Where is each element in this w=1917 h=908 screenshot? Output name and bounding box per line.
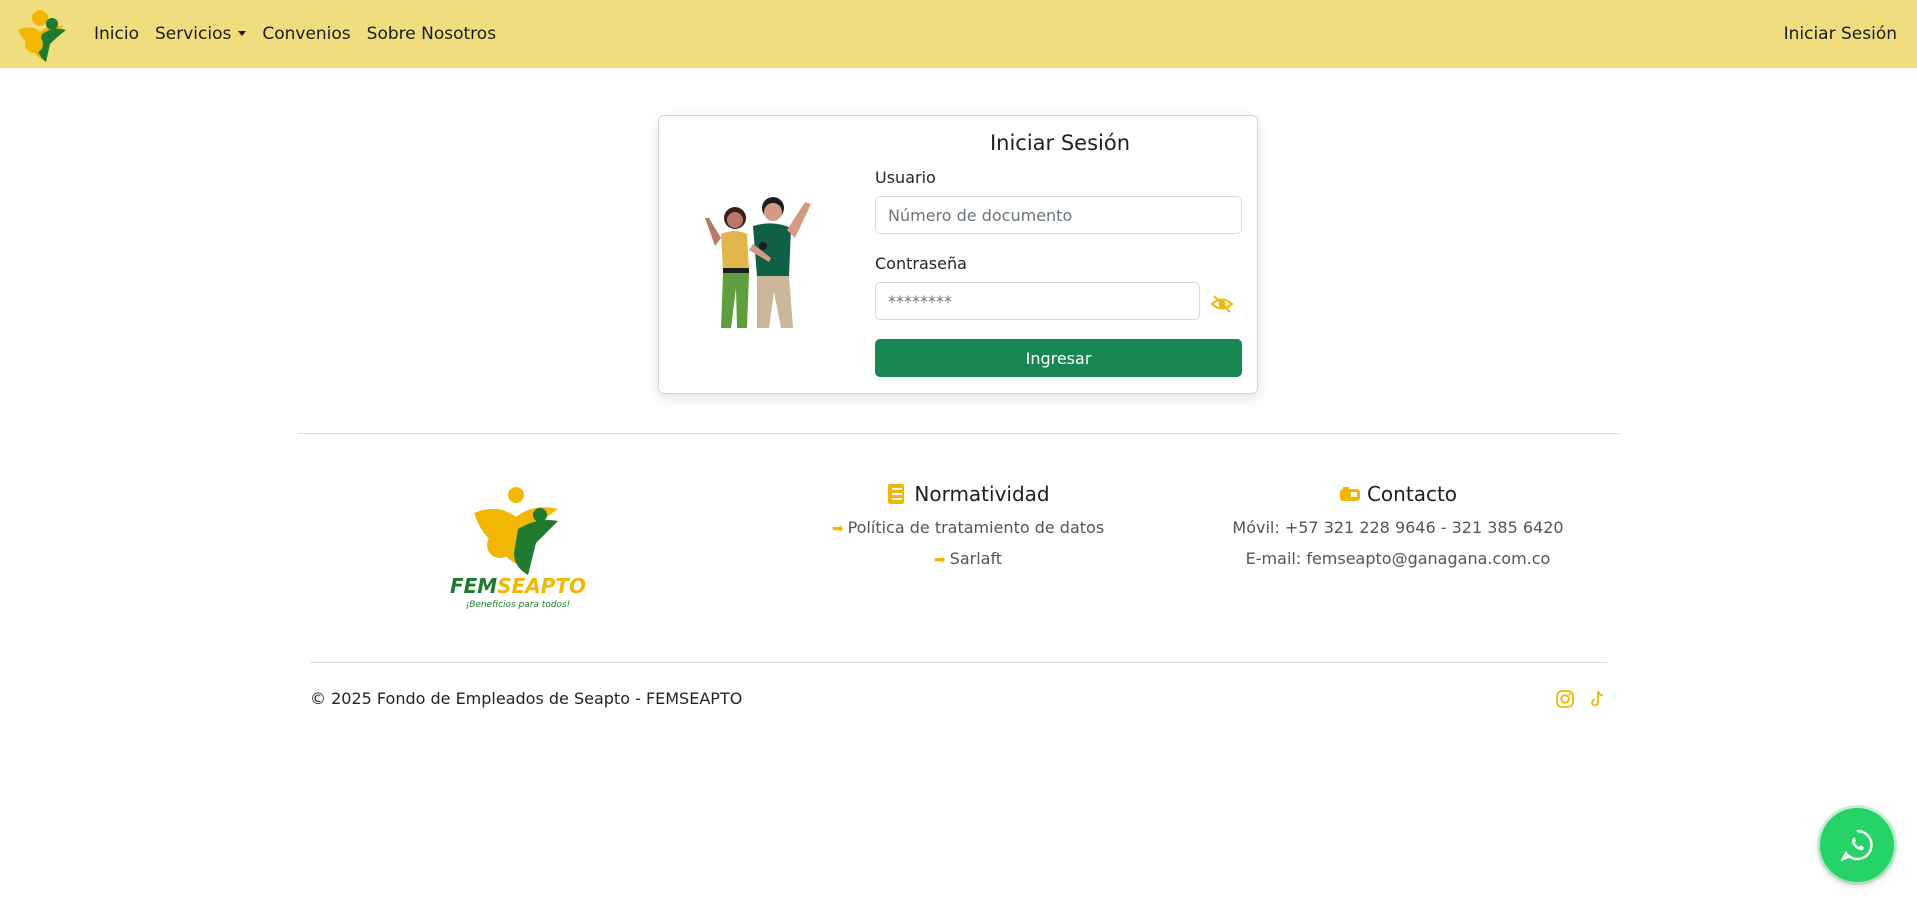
- sarlaft-link[interactable]: ➡ Sarlaft: [808, 549, 1128, 568]
- usuario-label: Usuario: [875, 168, 936, 187]
- divider: [298, 433, 1619, 434]
- whatsapp-icon: [1840, 829, 1873, 862]
- contrasena-input[interactable]: ********: [875, 282, 1200, 320]
- usuario-input[interactable]: Número de documento: [875, 196, 1242, 234]
- normatividad-column: Normatividad ➡ Política de tratamiento de…: [808, 482, 1128, 568]
- ingresar-button[interactable]: Ingresar: [875, 339, 1242, 377]
- contacto-title: Contacto: [1366, 482, 1458, 506]
- nav-servicios-label: Servicios: [154, 24, 232, 44]
- contacto-email: E-mail: femseapto@ganagana.com.co: [1245, 549, 1551, 568]
- contacto-movil: Móvil: +57 321 228 9646 - 321 385 6420: [1232, 518, 1564, 537]
- login-title: Iniciar Sesión: [989, 131, 1131, 155]
- arrow-right-icon: ➡: [933, 552, 946, 568]
- whatsapp-button[interactable]: [1820, 808, 1894, 882]
- nav-convenios[interactable]: Convenios: [262, 24, 350, 44]
- contrasena-label: Contraseña: [875, 254, 967, 273]
- login-card: Iniciar Sesión Usuario Número de documen…: [658, 115, 1258, 394]
- contacto-column: Contacto Móvil: +57 321 228 9646 - 321 3…: [1228, 482, 1568, 568]
- footer-logo-tagline: ¡Beneficios para todos!: [466, 600, 571, 610]
- footer-logo: FEMSEAPTO ¡Beneficios para todos!: [450, 487, 586, 610]
- tiktok-icon[interactable]: [1587, 689, 1607, 709]
- nav-iniciar-sesion[interactable]: Iniciar Sesión: [1784, 0, 1897, 68]
- copyright-text: © 2025 Fondo de Empleados de Seapto - FE…: [310, 689, 743, 708]
- nav-servicios-dropdown[interactable]: Servicios: [154, 24, 247, 44]
- politica-link-label: Política de tratamiento de datos: [847, 518, 1105, 537]
- eye-slash-icon[interactable]: [1209, 291, 1235, 317]
- nav-inicio[interactable]: Inicio: [94, 24, 139, 44]
- arrow-right-icon: ➡: [831, 521, 844, 537]
- people-waving-illustration: [705, 197, 811, 328]
- caret-down-icon: [238, 31, 247, 36]
- ruler-icon: [888, 484, 905, 504]
- instagram-icon[interactable]: [1555, 689, 1575, 709]
- navbar: Inicio Servicios Convenios Sobre Nosotro…: [0, 0, 1917, 68]
- sarlaft-link-label: Sarlaft: [949, 549, 1003, 568]
- normatividad-title: Normatividad: [914, 482, 1050, 506]
- divider: [310, 662, 1607, 663]
- femseapto-logo-icon[interactable]: [12, 4, 72, 64]
- mailbox-icon: [1339, 487, 1360, 501]
- footer-logo-text: FEMSEAPTO: [450, 574, 586, 598]
- politica-link[interactable]: ➡ Política de tratamiento de datos: [808, 518, 1128, 537]
- nav-sobre-nosotros[interactable]: Sobre Nosotros: [367, 24, 496, 44]
